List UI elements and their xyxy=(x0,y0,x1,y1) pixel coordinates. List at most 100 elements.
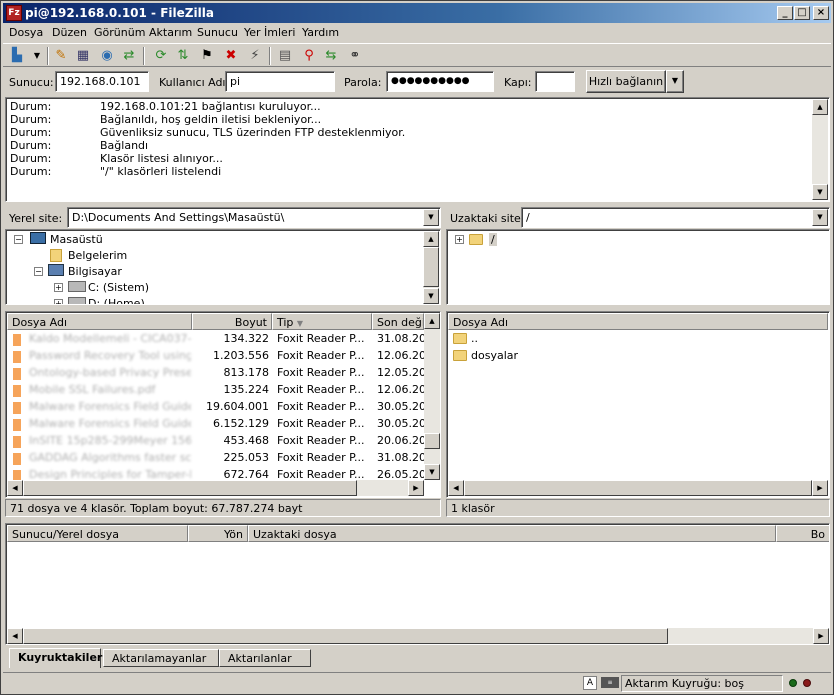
disconnect-icon[interactable]: ✖ xyxy=(221,46,241,66)
scroll-right-icon[interactable]: ▶ xyxy=(812,480,828,496)
remote-path-dropdown-icon[interactable]: ▼ xyxy=(812,209,828,226)
scroll-left-icon[interactable]: ◀ xyxy=(7,628,23,644)
quickconnect-bar: Sunucu: 192.168.0.101 Kullanıcı Adı: pi … xyxy=(3,69,831,96)
search-icon[interactable]: ⚭ xyxy=(345,46,365,66)
column-size[interactable]: Bo xyxy=(776,525,829,542)
menu-yardim[interactable]: Yardım xyxy=(302,26,339,39)
queue-status: Aktarım Kuyruğu: boş xyxy=(621,675,783,692)
column-filename[interactable]: Dosya Adı xyxy=(448,313,828,330)
queue-tabs: Kuyruktakiler Aktarılamayanlar Aktarılan… xyxy=(9,648,829,669)
message-log[interactable]: Durum: 192.168.0.101:21 bağlantısı kurulu… xyxy=(5,97,830,202)
reconnect-icon[interactable]: ⚡ xyxy=(245,46,265,66)
table-row[interactable]: Malware Forensics Field Guide... 6.152.12… xyxy=(7,415,425,432)
refresh-icon[interactable]: ⟳ xyxy=(151,46,171,66)
filezilla-window: Fz pi@192.168.0.101 - FileZilla _ □ × Do… xyxy=(0,0,834,695)
synchronized-browsing-icon[interactable]: ⇆ xyxy=(321,46,341,66)
column-filename[interactable]: Dosya Adı xyxy=(7,313,192,330)
local-file-list[interactable]: Dosya Adı Boyut Tip ▼ Son değişi Kaldo M… xyxy=(5,311,441,498)
remote-tree[interactable]: + / xyxy=(446,229,830,305)
tab-successful[interactable]: Aktarılanlar xyxy=(219,649,311,667)
menu-aktarim[interactable]: Aktarım xyxy=(149,26,192,39)
toggle-remote-tree-icon[interactable]: ◉ xyxy=(97,46,117,66)
directory-filter-icon[interactable]: ▤ xyxy=(275,46,295,66)
toggle-log-icon[interactable]: ✎ xyxy=(51,46,71,66)
remote-file-list[interactable]: Dosya Adı .. dosyalar ◀ ▶ xyxy=(446,311,830,498)
site-manager-dropdown-icon[interactable]: ▼ xyxy=(27,46,47,66)
table-row[interactable]: Kaldo Modellemeli - CICA037-2... 134.322 F… xyxy=(7,330,425,347)
remote-list-hscrollbar[interactable]: ◀ ▶ xyxy=(448,480,828,496)
menu-duzen[interactable]: Düzen xyxy=(52,26,87,39)
scroll-up-icon[interactable]: ▲ xyxy=(812,99,828,115)
log-scrollbar[interactable]: ▲ ▼ xyxy=(812,99,828,200)
file-modified: 20.06.201 xyxy=(377,434,425,447)
table-row[interactable]: Malware Forensics Field Guide... 19.604.0… xyxy=(7,398,425,415)
port-label: Kapı: xyxy=(504,76,532,89)
scroll-left-icon[interactable]: ◀ xyxy=(7,480,23,496)
local-list-vscrollbar[interactable]: ▲ ▼ xyxy=(424,313,440,480)
title-bar[interactable]: Fz pi@192.168.0.101 - FileZilla _ □ × xyxy=(3,3,831,23)
column-type[interactable]: Tip ▼ xyxy=(272,313,372,330)
scroll-right-icon[interactable]: ▶ xyxy=(813,628,829,644)
pdf-file-icon xyxy=(13,402,21,414)
maximize-button[interactable]: □ xyxy=(794,6,810,20)
scroll-up-icon[interactable]: ▲ xyxy=(424,313,440,329)
scroll-right-icon[interactable]: ▶ xyxy=(408,480,424,496)
list-item[interactable]: .. xyxy=(451,330,821,347)
menu-gorunum[interactable]: Görünüm xyxy=(94,26,145,39)
toggle-queue-icon[interactable]: ⇄ xyxy=(119,46,139,66)
process-queue-icon[interactable]: ⇅ xyxy=(173,46,193,66)
queue-hscrollbar[interactable]: ◀ ▶ xyxy=(7,628,829,644)
column-modified[interactable]: Son değişi xyxy=(372,313,424,330)
scroll-down-icon[interactable]: ▼ xyxy=(424,464,440,480)
menu-sunucu[interactable]: Sunucu xyxy=(197,26,238,39)
scroll-left-icon[interactable]: ◀ xyxy=(448,480,464,496)
table-row[interactable]: Mobile SSL Failures.pdf 135.224 Foxit Read… xyxy=(7,381,425,398)
toggle-local-tree-icon[interactable]: ▦ xyxy=(73,46,93,66)
log-message: Bağlanıldı, hoş geldin iletisi bekleniyo… xyxy=(100,113,322,126)
column-size[interactable]: Boyut xyxy=(192,313,272,330)
username-input[interactable]: pi xyxy=(225,71,335,92)
table-row[interactable]: InSITE 15p285-299Meyer 1562... 453.468 Fox… xyxy=(7,432,425,449)
pdf-file-icon xyxy=(13,368,21,380)
port-input[interactable] xyxy=(535,71,575,92)
cancel-operation-icon[interactable]: ⚑ xyxy=(197,46,217,66)
column-local-file[interactable]: Sunucu/Yerel dosya xyxy=(7,525,188,542)
close-button[interactable]: × xyxy=(813,6,829,20)
scroll-down-icon[interactable]: ▼ xyxy=(812,184,828,200)
tab-queued[interactable]: Kuyruktakiler xyxy=(9,648,102,668)
remote-path-input[interactable]: / xyxy=(521,207,830,228)
folder-icon xyxy=(469,234,483,245)
filter-status-icon[interactable]: A xyxy=(583,676,597,690)
tab-failed[interactable]: Aktarılamayanlar xyxy=(103,649,219,667)
log-status-key: Durum: xyxy=(10,100,52,113)
scroll-up-icon[interactable]: ▲ xyxy=(423,231,439,247)
password-input[interactable]: ●●●●●●●●●● xyxy=(386,71,494,92)
transfer-queue[interactable]: Sunucu/Yerel dosya Yön Uzaktaki dosya Bo… xyxy=(5,523,830,645)
pdf-file-icon xyxy=(13,453,21,465)
table-row[interactable]: Ontology-based Privacy Prese... 813.178 Fo… xyxy=(7,364,425,381)
speed-limit-icon[interactable]: ≡ xyxy=(601,677,619,688)
site-manager-icon[interactable]: ▙ xyxy=(7,46,27,66)
quickconnect-button[interactable]: Hızlı bağlanın xyxy=(586,70,666,93)
local-path-dropdown-icon[interactable]: ▼ xyxy=(423,209,439,226)
file-size: 134.322 xyxy=(223,332,270,345)
scroll-down-icon[interactable]: ▼ xyxy=(423,288,439,304)
menu-dosya[interactable]: Dosya xyxy=(9,26,43,39)
host-input[interactable]: 192.168.0.101 xyxy=(55,71,149,92)
file-name: Password Recovery Tool using... xyxy=(29,349,191,362)
file-modified: 31.08.201 xyxy=(377,451,425,464)
table-row[interactable]: GADDAG Algorithms faster scr... 225.053 Fo… xyxy=(7,449,425,466)
directory-comparison-icon[interactable]: ⚲ xyxy=(299,46,319,66)
column-direction[interactable]: Yön xyxy=(188,525,248,542)
local-tree[interactable]: − Masaüstü Belgelerim − Bilgisayar + C: … xyxy=(5,229,441,305)
quickconnect-history-icon[interactable]: ▼ xyxy=(666,70,684,93)
column-remote-file[interactable]: Uzaktaki dosya xyxy=(248,525,776,542)
local-tree-scrollbar[interactable]: ▲ ▼ xyxy=(423,231,439,304)
file-name: .. xyxy=(471,332,478,345)
local-list-hscrollbar[interactable]: ◀ ▶ xyxy=(7,480,424,496)
menu-yer-imleri[interactable]: Yer İmleri xyxy=(244,26,295,39)
minimize-button[interactable]: _ xyxy=(777,6,793,20)
local-path-input[interactable]: D:\Documents And Settings\Masaüstü\ xyxy=(67,207,441,228)
list-item[interactable]: dosyalar xyxy=(451,347,821,364)
table-row[interactable]: Password Recovery Tool using... 1.203.556… xyxy=(7,347,425,364)
